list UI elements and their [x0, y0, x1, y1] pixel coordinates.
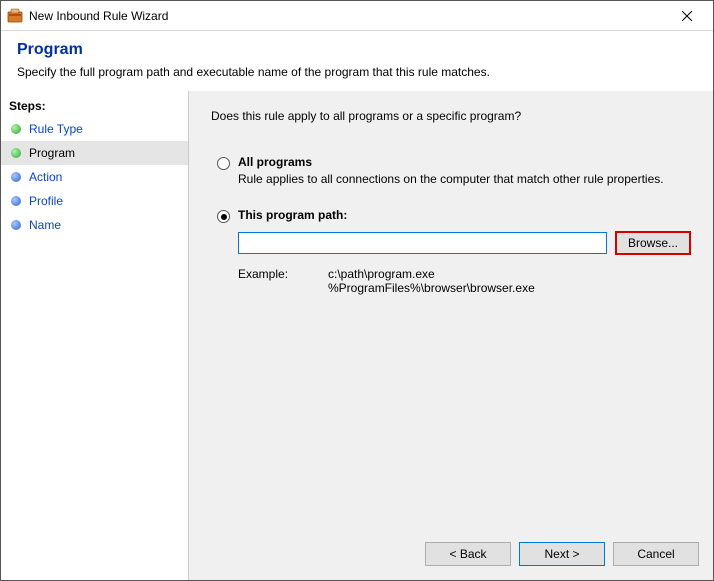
footer-buttons: < Back Next > Cancel — [425, 542, 699, 566]
radio-all-programs[interactable] — [217, 157, 230, 170]
option-all-description: Rule applies to all connections on the c… — [238, 172, 691, 186]
step-bullet-icon — [11, 220, 21, 230]
steps-label: Steps: — [1, 95, 188, 117]
option-all-programs[interactable]: All programs — [217, 155, 691, 170]
step-label: Profile — [29, 194, 63, 208]
cancel-button[interactable]: Cancel — [613, 542, 699, 566]
option-all-label: All programs — [238, 155, 312, 169]
step-label: Program — [29, 146, 75, 160]
example-label: Example: — [238, 267, 328, 281]
page-description: Specify the full program path and execut… — [17, 65, 697, 79]
option-path-label: This program path: — [238, 208, 347, 222]
step-action[interactable]: Action — [1, 165, 188, 189]
example-row: Example: c:\path\program.exe %ProgramFil… — [238, 267, 691, 295]
option-this-program-path[interactable]: This program path: — [217, 208, 691, 223]
program-path-row: Browse... — [238, 231, 691, 255]
window-title: New Inbound Rule Wizard — [29, 9, 667, 23]
browse-button[interactable]: Browse... — [615, 231, 691, 255]
program-path-input[interactable] — [238, 232, 607, 254]
step-label: Name — [29, 218, 61, 232]
step-bullet-icon — [11, 148, 21, 158]
content-pane: Does this rule apply to all programs or … — [189, 91, 713, 580]
step-rule-type[interactable]: Rule Type — [1, 117, 188, 141]
wizard-window: New Inbound Rule Wizard Program Specify … — [0, 0, 714, 581]
steps-sidebar: Steps: Rule Type Program Action Profile … — [1, 91, 189, 580]
step-bullet-icon — [11, 124, 21, 134]
step-bullet-icon — [11, 196, 21, 206]
radio-this-program-path[interactable] — [217, 210, 230, 223]
next-button[interactable]: Next > — [519, 542, 605, 566]
back-button[interactable]: < Back — [425, 542, 511, 566]
app-icon — [7, 8, 23, 24]
step-name[interactable]: Name — [1, 213, 188, 237]
step-profile[interactable]: Profile — [1, 189, 188, 213]
step-bullet-icon — [11, 172, 21, 182]
example-values: c:\path\program.exe %ProgramFiles%\brows… — [328, 267, 535, 295]
step-label: Action — [29, 170, 62, 184]
body: Steps: Rule Type Program Action Profile … — [1, 91, 713, 580]
step-label: Rule Type — [29, 122, 83, 136]
close-button[interactable] — [667, 2, 707, 30]
page-title: Program — [17, 41, 697, 59]
step-program[interactable]: Program — [1, 141, 188, 165]
header: Program Specify the full program path an… — [1, 31, 713, 91]
content-question: Does this rule apply to all programs or … — [211, 109, 691, 123]
titlebar: New Inbound Rule Wizard — [1, 1, 713, 31]
